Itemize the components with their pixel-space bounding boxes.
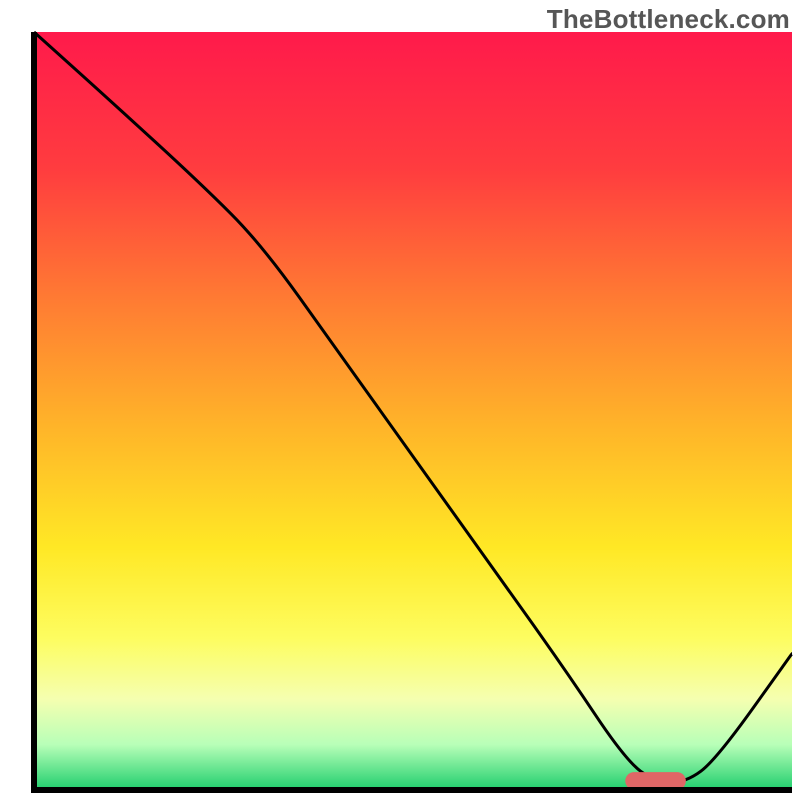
plot-background <box>34 32 792 790</box>
watermark-text: TheBottleneck.com <box>547 4 790 35</box>
chart-canvas <box>0 0 800 800</box>
bottleneck-chart: TheBottleneck.com <box>0 0 800 800</box>
